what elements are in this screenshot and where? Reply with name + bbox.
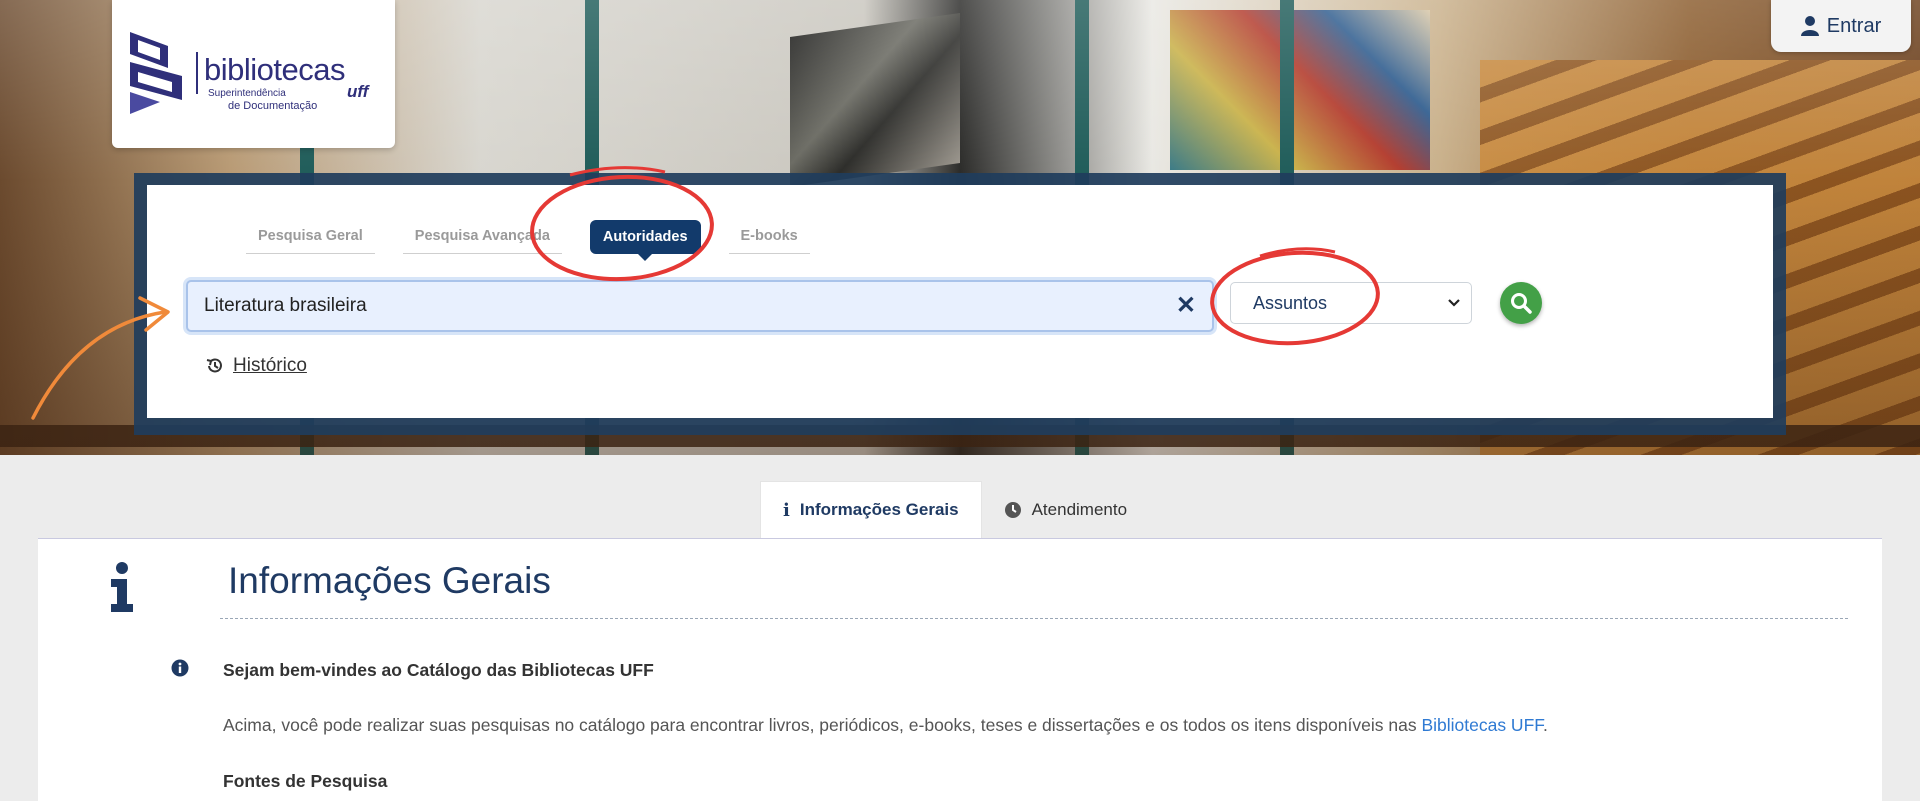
- search-field: ✕: [186, 280, 1214, 332]
- user-icon: [1800, 16, 1819, 36]
- tab-pesquisa-geral[interactable]: Pesquisa Geral: [246, 220, 375, 254]
- logo-uff: uff: [347, 82, 369, 101]
- history-icon: [206, 358, 222, 373]
- title-divider: [220, 618, 1848, 619]
- intro-paragraph: Acima, você pode realizar suas pesquisas…: [223, 715, 1548, 736]
- search-scope-value: Assuntos: [1253, 292, 1328, 313]
- bibliotecas-uff-link[interactable]: Bibliotecas UFF: [1421, 715, 1543, 735]
- intro-end: .: [1543, 715, 1548, 735]
- tab-informacoes-gerais-label: Informações Gerais: [799, 500, 959, 519]
- history-label: Histórico: [233, 355, 307, 376]
- logo-divider: [196, 52, 198, 94]
- sources-heading: Fontes de Pesquisa: [223, 771, 388, 791]
- clock-icon: [1004, 501, 1021, 518]
- tab-informacoes-gerais[interactable]: i Informações Gerais: [760, 481, 982, 538]
- tab-atendimento-label: Atendimento: [1031, 499, 1128, 519]
- section-title: Informações Gerais: [228, 560, 551, 601]
- search-tabs: Pesquisa Geral Pesquisa Avançada Autorid…: [246, 220, 810, 261]
- tab-ebooks[interactable]: E-books: [728, 220, 810, 254]
- info-large-icon: [111, 562, 133, 612]
- intro-text: Acima, você pode realizar suas pesquisas…: [223, 715, 1422, 735]
- history-link[interactable]: Histórico: [205, 355, 307, 377]
- bibliotecas-logo-icon: [130, 32, 182, 114]
- info-icon: i: [783, 499, 790, 521]
- login-label: Entrar: [1826, 14, 1882, 37]
- search-scope-select[interactable]: Assuntos: [1230, 282, 1472, 324]
- tab-pesquisa-avancada[interactable]: Pesquisa Avançada: [402, 220, 562, 254]
- chevron-down-icon: [1448, 299, 1460, 307]
- search-icon: [1511, 293, 1532, 314]
- clear-icon[interactable]: ✕: [1176, 291, 1196, 320]
- login-button[interactable]: Entrar: [1771, 0, 1911, 52]
- logo-name: bibliotecas: [204, 52, 345, 87]
- tab-autoridades[interactable]: Autoridades: [589, 220, 701, 261]
- logo-subtitle-2: de Documentação: [228, 100, 318, 112]
- info-tabs: i Informações Gerais Atendimento: [760, 481, 1149, 538]
- search-input[interactable]: [202, 292, 1136, 320]
- logo[interactable]: bibliotecas Superintendência de Document…: [112, 0, 395, 148]
- logo-subtitle-1: Superintendência: [208, 88, 286, 99]
- search-button[interactable]: [1500, 282, 1542, 324]
- tab-atendimento[interactable]: Atendimento: [982, 481, 1149, 538]
- info-circle-icon: [171, 659, 189, 677]
- welcome-heading: Sejam bem-vindes ao Catálogo das Bibliot…: [223, 660, 654, 680]
